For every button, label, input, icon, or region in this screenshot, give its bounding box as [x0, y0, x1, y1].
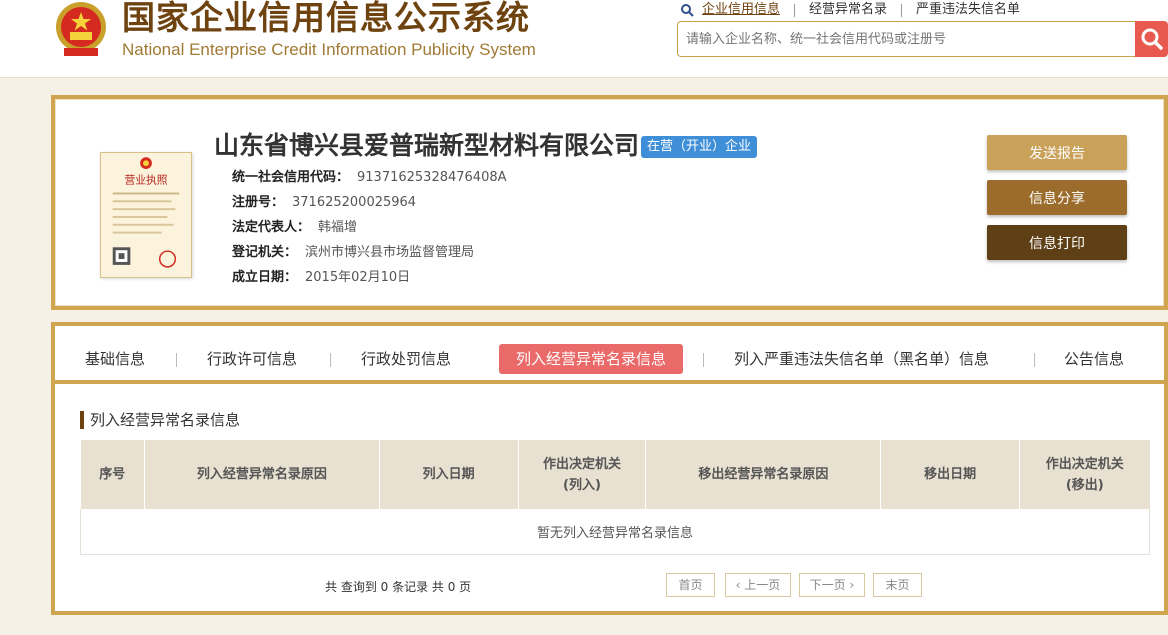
search-icon: [1141, 28, 1163, 50]
first-page-button[interactable]: 首页: [666, 573, 715, 597]
info-label: 注册号：: [232, 195, 285, 210]
tab-divider: [176, 353, 177, 367]
info-registration-number: 注册号： 371625200025964: [232, 194, 416, 212]
status-badge: 在营（开业）企业: [641, 136, 758, 158]
info-value: 滨州市博兴县市场监督管理局: [305, 245, 475, 260]
company-name: 山东省博兴县爱普瑞新型材料有限公司: [214, 131, 640, 160]
tab-bar: 基础信息 行政许可信息 行政处罚信息 列入经营异常名录信息 列入严重违法失信名单…: [55, 326, 1164, 384]
info-panel: 基础信息 行政许可信息 行政处罚信息 列入经营异常名录信息 列入严重违法失信名单…: [51, 322, 1168, 615]
info-label: 统一社会信用代码：: [232, 170, 350, 185]
site-title-en: National Enterprise Credit Information P…: [122, 40, 536, 59]
tab-admin-penalty[interactable]: 行政处罚信息: [361, 344, 451, 374]
pagination-summary: 共 查询到 0 条记录 共 0 页: [325, 580, 472, 594]
col-header-list-reason: 列入经营异常名录原因: [144, 440, 380, 509]
tab-admin-license[interactable]: 行政许可信息: [207, 344, 297, 374]
tab-divider: [1034, 353, 1035, 367]
info-label: 法定代表人：: [232, 220, 311, 235]
search-icon: [681, 4, 694, 17]
empty-message: 暂无列入经营异常名录信息: [80, 509, 1150, 555]
send-report-button[interactable]: 发送报告: [987, 135, 1127, 170]
print-info-button[interactable]: 信息打印: [987, 225, 1127, 260]
col-header-remove-authority: 作出决定机关 (移出): [1019, 440, 1150, 509]
col-header-remove-date: 移出日期: [880, 440, 1021, 509]
tab-basic-info[interactable]: 基础信息: [85, 344, 145, 374]
col-header-list-authority: 作出决定机关 (列入): [518, 440, 647, 509]
col-header-remove-reason: 移出经营异常名录原因: [645, 440, 882, 509]
prev-page-button[interactable]: ‹ 上一页: [725, 573, 791, 597]
tab-blacklist[interactable]: 列入严重违法失信名单（黑名单）信息: [734, 344, 989, 374]
next-page-label: 下一页: [809, 578, 846, 592]
company-card: 营业执照 山东省博兴县爱普瑞新型材料有限公司 在营（开业）企业 统一社会信用代码…: [51, 95, 1168, 310]
next-page-button[interactable]: 下一页 ›: [799, 573, 865, 597]
info-registration-authority: 登记机关： 滨州市博兴县市场监督管理局: [232, 244, 474, 262]
company-card-inner: 营业执照 山东省博兴县爱普瑞新型材料有限公司 在营（开业）企业 统一社会信用代码…: [55, 99, 1164, 306]
last-page-button[interactable]: 末页: [873, 573, 922, 597]
link-abnormal-list[interactable]: 经营异常名录: [795, 1, 901, 19]
info-value: 371625200025964: [292, 195, 417, 210]
license-label: 营业执照: [124, 174, 167, 187]
tab-announcements[interactable]: 公告信息: [1064, 344, 1124, 374]
section-title: 列入经营异常名录信息: [80, 411, 240, 429]
table-row: 暂无列入经营异常名录信息: [80, 509, 1150, 555]
search-input[interactable]: [677, 21, 1135, 57]
link-blacklist[interactable]: 严重违法失信名单: [902, 1, 1034, 19]
chevron-right-icon: ›: [845, 578, 855, 592]
info-credit-code: 统一社会信用代码： 91371625328476408A: [232, 169, 507, 187]
info-value: 韩福增: [318, 220, 358, 235]
site-title-cn: 国家企业信用信息公示系统: [122, 0, 530, 37]
table-header-row: 序号 列入经营异常名录原因 列入日期 作出决定机关 (列入) 移出经营异常名录原…: [80, 440, 1150, 509]
site-header: 国家企业信用信息公示系统 National Enterprise Credit …: [0, 0, 1168, 78]
info-label: 成立日期：: [232, 270, 298, 285]
business-license-icon: 营业执照: [100, 152, 192, 278]
col-header-list-date: 列入日期: [379, 440, 519, 509]
col-header-index: 序号: [80, 440, 145, 509]
info-value: 2015年02月10日: [305, 270, 411, 285]
link-enterprise-credit[interactable]: 企业信用信息: [694, 1, 794, 19]
tab-abnormal-list[interactable]: 列入经营异常名录信息: [499, 344, 684, 374]
prev-page-label: 上一页: [744, 578, 781, 592]
info-value: 91371625328476408A: [357, 170, 507, 185]
info-establishment-date: 成立日期： 2015年02月10日: [232, 269, 410, 287]
abnormal-list-table: 序号 列入经营异常名录原因 列入日期 作出决定机关 (列入) 移出经营异常名录原…: [80, 440, 1150, 555]
chevron-left-icon: ‹: [735, 578, 745, 592]
search-button[interactable]: [1135, 21, 1168, 57]
tab-divider: [330, 353, 331, 367]
info-label: 登记机关：: [232, 245, 298, 260]
top-links: 企业信用信息 经营异常名录 严重违法失信名单: [680, 1, 1034, 19]
info-legal-representative: 法定代表人： 韩福增: [232, 219, 357, 237]
tab-divider: [703, 353, 704, 367]
national-emblem-icon: [56, 2, 106, 56]
share-info-button[interactable]: 信息分享: [987, 180, 1127, 215]
